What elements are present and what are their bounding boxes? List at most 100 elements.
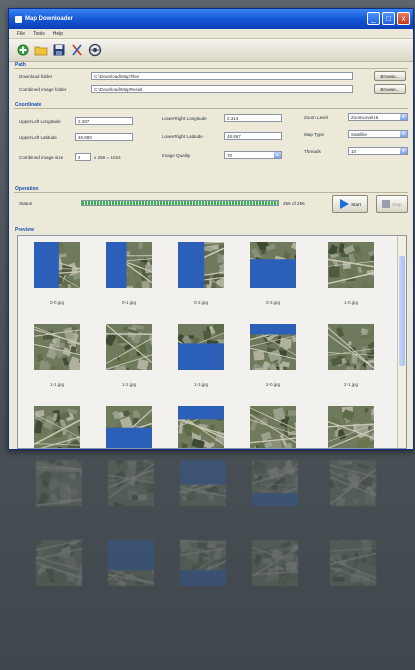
combined-folder-label: Combined image folder	[19, 86, 67, 92]
new-icon	[17, 44, 28, 56]
reflected-tile	[180, 540, 226, 586]
threads-label: Threads	[304, 148, 321, 154]
tile-item[interactable]	[250, 406, 296, 448]
chevron-down-icon[interactable]: ▼	[400, 131, 407, 137]
tile-image	[34, 324, 80, 370]
new-button[interactable]	[15, 43, 30, 58]
cut-icon	[71, 44, 82, 56]
menu-bar: File Tools Help	[9, 29, 413, 39]
app-icon	[15, 15, 22, 23]
lr-lat-input[interactable]: 48.867	[224, 132, 282, 140]
chevron-down-icon[interactable]: ▼	[400, 114, 407, 120]
tile-image	[106, 242, 152, 288]
tile-image	[250, 324, 296, 370]
minimize-button[interactable]: _	[367, 12, 380, 25]
tile-item[interactable]	[178, 406, 224, 448]
window-reflection	[14, 452, 409, 670]
tile-caption: 1-0.jpg	[343, 300, 359, 305]
title-bar[interactable]: Map Downloader _ □ x	[9, 9, 413, 29]
save-icon	[53, 44, 64, 56]
vertical-scrollbar[interactable]	[397, 236, 406, 448]
tile-caption: 2-0.jpg	[265, 382, 281, 387]
window-title: Map Downloader	[25, 16, 74, 22]
tile-item[interactable]: 1-0.jpg	[328, 242, 374, 312]
maptype-select[interactable]: Satellite ▼	[348, 130, 408, 138]
tile-image	[106, 406, 152, 448]
menu-help[interactable]: Help	[53, 31, 63, 37]
toolbar	[9, 39, 413, 62]
menu-tools[interactable]: Tools	[33, 31, 45, 37]
tile-image	[178, 324, 224, 370]
tile-image	[250, 406, 296, 448]
app-window: Map Downloader _ □ x File Tools Help Pat…	[8, 8, 414, 450]
tile-image	[34, 242, 80, 288]
combined-size-label: Combined image size	[19, 154, 64, 160]
zoom-select[interactable]: ZoomLevel16 ▼	[348, 113, 408, 121]
tile-item[interactable]: 0-1.jpg	[106, 242, 152, 312]
tile-item[interactable]: 0-0.jpg	[34, 242, 80, 312]
quality-stepper[interactable]: 70 ▲	[224, 151, 282, 159]
tile-image	[328, 242, 374, 288]
play-icon	[340, 199, 350, 209]
reflected-tile	[108, 540, 154, 586]
settings-icon	[88, 43, 101, 57]
tile-item[interactable]: 1-2.jpg	[106, 324, 152, 394]
threads-select[interactable]: 10 ▼	[348, 147, 408, 155]
tile-item[interactable]: 2-0.jpg	[250, 324, 296, 394]
progress-fill	[82, 201, 278, 205]
size-input[interactable]: 4	[75, 153, 91, 161]
quality-value: 70	[227, 153, 233, 158]
browse-download-button[interactable]: Browse...	[374, 71, 406, 81]
menu-file[interactable]: File	[17, 31, 25, 37]
tile-caption: 2-1.jpg	[343, 382, 359, 387]
start-button[interactable]: Start	[332, 195, 368, 213]
tile-item[interactable]: 1-1.jpg	[34, 324, 80, 394]
ul-lon-input[interactable]: 2.287	[75, 117, 133, 125]
zoom-label: Zoom Level	[304, 114, 329, 120]
tile-item[interactable]: 2-1.jpg	[328, 324, 374, 394]
status-label: Status	[19, 200, 33, 206]
tile-caption: 0-1.jpg	[121, 300, 137, 305]
tile-image	[178, 406, 224, 448]
stop-button[interactable]: Stop	[376, 195, 408, 213]
download-progress-bar	[81, 200, 279, 206]
reflected-tile	[180, 460, 226, 506]
settings-button[interactable]	[87, 43, 102, 58]
tile-caption: 0-3.jpg	[265, 300, 281, 305]
maptype-value: Satellite	[351, 132, 368, 137]
tile-item[interactable]	[34, 406, 80, 448]
scrollbar-thumb[interactable]	[399, 256, 405, 366]
close-button[interactable]: x	[397, 12, 410, 25]
tile-item[interactable]: 0-3.jpg	[250, 242, 296, 312]
ul-lat-label: UpperLeft Latitude	[19, 134, 57, 140]
lr-lon-input[interactable]: 2.314	[224, 114, 282, 122]
cut-button[interactable]	[69, 43, 84, 58]
tile-image	[250, 242, 296, 288]
save-button[interactable]	[51, 43, 66, 58]
combined-folder-input[interactable]: C:\Download\MapResult	[91, 85, 353, 93]
stepper-icon[interactable]: ▲	[274, 152, 281, 158]
lr-lon-label: LowerRight Longitude	[162, 115, 207, 121]
tile-item[interactable]	[328, 406, 374, 448]
reflected-tile	[252, 540, 298, 586]
open-button[interactable]	[33, 43, 48, 58]
tile-caption: 0-0.jpg	[49, 300, 65, 305]
ul-lat-input[interactable]: 48.880	[75, 133, 133, 141]
threads-value: 10	[351, 149, 357, 154]
tile-item[interactable]	[106, 406, 152, 448]
tile-caption: 1-2.jpg	[121, 382, 137, 387]
tile-image	[328, 324, 374, 370]
reflected-tile	[36, 540, 82, 586]
preview-panel: 0-0.jpg 0-1.jpg 0-2.jpg 0-3.jpg 1-0.jpg 1-1.j…	[17, 235, 407, 449]
tile-caption: 0-2.jpg	[193, 300, 209, 305]
tile-item[interactable]: 1-3.jpg	[178, 324, 224, 394]
chevron-down-icon[interactable]: ▼	[400, 148, 407, 154]
maptype-label: Map Type	[304, 131, 325, 137]
stop-icon	[382, 200, 391, 208]
download-folder-input[interactable]: C:\Download\MapTiles	[91, 72, 353, 80]
stop-label: Stop	[392, 201, 402, 207]
tile-item[interactable]: 0-2.jpg	[178, 242, 224, 312]
reflected-tile	[36, 460, 82, 506]
maximize-button[interactable]: □	[382, 12, 395, 25]
browse-combined-button[interactable]: Browse...	[374, 84, 406, 94]
